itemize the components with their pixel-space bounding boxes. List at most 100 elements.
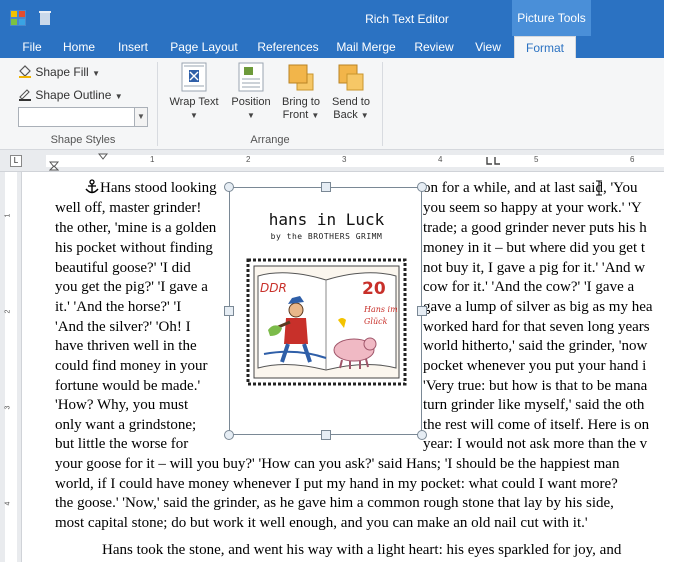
paragraph-line: trade; a good grinder never puts his h xyxy=(423,220,647,236)
tab-page-layout[interactable]: Page Layout xyxy=(165,36,243,58)
paragraph-line: could find money in your xyxy=(55,358,208,374)
picture-subtitle: by the BROTHERS GRIMM xyxy=(270,232,383,241)
paragraph-line: Hans stood looking xyxy=(100,180,217,196)
send-to-back-button[interactable]: Send to Back ▼ xyxy=(328,62,374,122)
paragraph-line: you seem so happy at your work.' 'Y xyxy=(423,200,642,216)
bring-to-front-label-2: Front xyxy=(282,109,309,121)
trash-icon[interactable] xyxy=(38,10,52,26)
tab-references[interactable]: References xyxy=(252,36,324,58)
resize-handle-top-left[interactable] xyxy=(224,182,234,192)
paragraph-line: fortune would be made.' xyxy=(55,378,201,394)
ruler-number: 1 xyxy=(4,213,12,218)
chevron-down-icon: ▼ xyxy=(114,92,123,101)
resize-handle-bottom[interactable] xyxy=(321,430,331,440)
shape-outline-button[interactable]: Shape Outline ▼ xyxy=(18,87,123,102)
picture-tools-context-tab: Picture Tools xyxy=(512,0,591,36)
paragraph-line: the rest will come of itself. Here is on xyxy=(423,417,650,433)
paragraph-line: world, if I could have money whenever I … xyxy=(55,476,618,492)
shape-styles-gallery[interactable]: ▼ xyxy=(18,107,148,127)
ribbon: Shape Fill ▼ Shape Outline ▼ ▼ Shape Sty… xyxy=(0,58,664,150)
ribbon-tab-row: File Home Insert Page Layout References … xyxy=(0,36,664,58)
paragraph-line: but little the worse for xyxy=(55,436,189,452)
selected-picture[interactable]: hans in Luck by the BROTHERS GRIMM DDR 2… xyxy=(229,187,422,435)
paragraph-line: beautiful goose?' 'I did xyxy=(55,260,191,276)
send-to-back-label-2: Back xyxy=(333,109,358,121)
paint-bucket-icon xyxy=(19,65,31,78)
stamp-illustration: DDR 20 Hans im Glück xyxy=(246,258,407,386)
gallery-more-icon[interactable]: ▼ xyxy=(134,108,147,126)
position-button[interactable]: Position ▼ xyxy=(228,62,274,122)
anchor-icon[interactable] xyxy=(85,179,99,195)
resize-handle-bottom-left[interactable] xyxy=(224,430,234,440)
tab-view[interactable]: View xyxy=(468,36,508,58)
ruler-track xyxy=(46,155,664,167)
stamp-caption-2: Glück xyxy=(364,317,388,326)
paragraph-line: only want a grindstone; xyxy=(55,417,197,433)
shape-fill-button[interactable]: Shape Fill ▼ xyxy=(18,64,100,79)
paragraph-line: have thriven well in the xyxy=(55,338,197,354)
tab-stop-icon[interactable] xyxy=(486,157,500,165)
resize-handle-top-right[interactable] xyxy=(417,182,427,192)
window-edge xyxy=(664,0,676,575)
app-icon xyxy=(10,10,26,26)
chevron-down-icon: ▼ xyxy=(92,69,100,78)
vertical-ruler[interactable]: 1 2 3 4 xyxy=(0,172,22,562)
bring-to-front-button[interactable]: Bring to Front ▼ xyxy=(278,62,324,122)
bring-to-front-icon xyxy=(288,64,314,91)
paragraph-line: it.' 'And the horse?' 'I xyxy=(55,299,182,315)
ruler-number: 1 xyxy=(150,155,155,164)
paragraph-line: gave a lump of silver as big as my hea xyxy=(423,299,653,315)
tab-review[interactable]: Review xyxy=(408,36,460,58)
picture-title: hans in Luck xyxy=(268,210,385,229)
text-cursor-icon xyxy=(596,180,602,196)
tab-selector[interactable]: L xyxy=(10,155,22,167)
paragraph-line: year: I would not ask more than the v xyxy=(423,436,648,452)
first-line-indent-icon[interactable] xyxy=(98,153,108,161)
paragraph-line: well off, master grinder! xyxy=(55,200,202,216)
tab-mail-merge[interactable]: Mail Merge xyxy=(332,36,400,58)
paragraph-line: his pocket without finding xyxy=(55,240,213,256)
paragraph-line: the goose.' 'Now,' said the grinder, as … xyxy=(55,495,614,511)
bring-to-front-label: Bring to xyxy=(282,96,320,108)
paragraph-line: the other, 'mine is a golden xyxy=(55,220,217,236)
stamp-caption-1: Hans im xyxy=(363,305,398,314)
paragraph-line: worked hard for that seven long years xyxy=(423,319,650,335)
resize-handle-top[interactable] xyxy=(321,182,331,192)
indent-marker-icon[interactable] xyxy=(49,161,59,171)
pen-icon xyxy=(19,89,31,101)
shape-outline-label: Shape Outline xyxy=(35,88,112,102)
title-bar: Rich Text Editor Picture Tools xyxy=(0,0,664,36)
group-separator xyxy=(382,62,383,146)
send-to-back-icon xyxy=(338,64,364,91)
stamp-value-text: 20 xyxy=(362,279,386,299)
tab-file[interactable]: File xyxy=(14,36,50,58)
paragraph-line: not buy it, I gave a pig for it.' 'And w xyxy=(423,260,646,276)
wrap-text-icon xyxy=(181,62,207,92)
horizontal-ruler[interactable]: L 1 2 3 4 5 6 xyxy=(0,150,664,172)
ruler-number: 5 xyxy=(534,155,539,164)
resize-handle-left[interactable] xyxy=(224,306,234,316)
position-label: Position xyxy=(231,96,271,108)
paragraph-line: 'Very true: but how is that to be mana xyxy=(423,378,648,394)
paragraph-line: Hans took the stone, and went his way wi… xyxy=(102,542,622,558)
window-edge xyxy=(0,562,676,575)
ruler-number: 3 xyxy=(4,405,12,410)
paragraph-line: 'How? Why, you must xyxy=(55,397,189,413)
ruler-number: 3 xyxy=(342,155,347,164)
paragraph-line: on for a while, and at last said, 'You xyxy=(423,180,638,196)
tab-insert[interactable]: Insert xyxy=(110,36,156,58)
position-icon xyxy=(238,62,264,92)
tab-home[interactable]: Home xyxy=(56,36,102,58)
resize-handle-bottom-right[interactable] xyxy=(417,430,427,440)
arrange-group-caption: Arrange xyxy=(250,134,290,146)
ruler-number: 2 xyxy=(246,155,251,164)
paragraph-line: your goose for it – will you buy?' 'How … xyxy=(55,456,620,472)
chevron-down-icon: ▼ xyxy=(311,111,320,120)
wrap-text-button[interactable]: Wrap Text ▼ xyxy=(165,62,223,122)
wrap-text-label: Wrap Text xyxy=(169,96,219,108)
paragraph-line: turn grinder like myself,' said the oth xyxy=(423,397,645,413)
resize-handle-right[interactable] xyxy=(417,306,427,316)
paragraph-line: pocket whenever you put your hand i xyxy=(423,358,647,374)
tab-format[interactable]: Format xyxy=(514,36,576,58)
ruler-number: 4 xyxy=(4,501,12,506)
